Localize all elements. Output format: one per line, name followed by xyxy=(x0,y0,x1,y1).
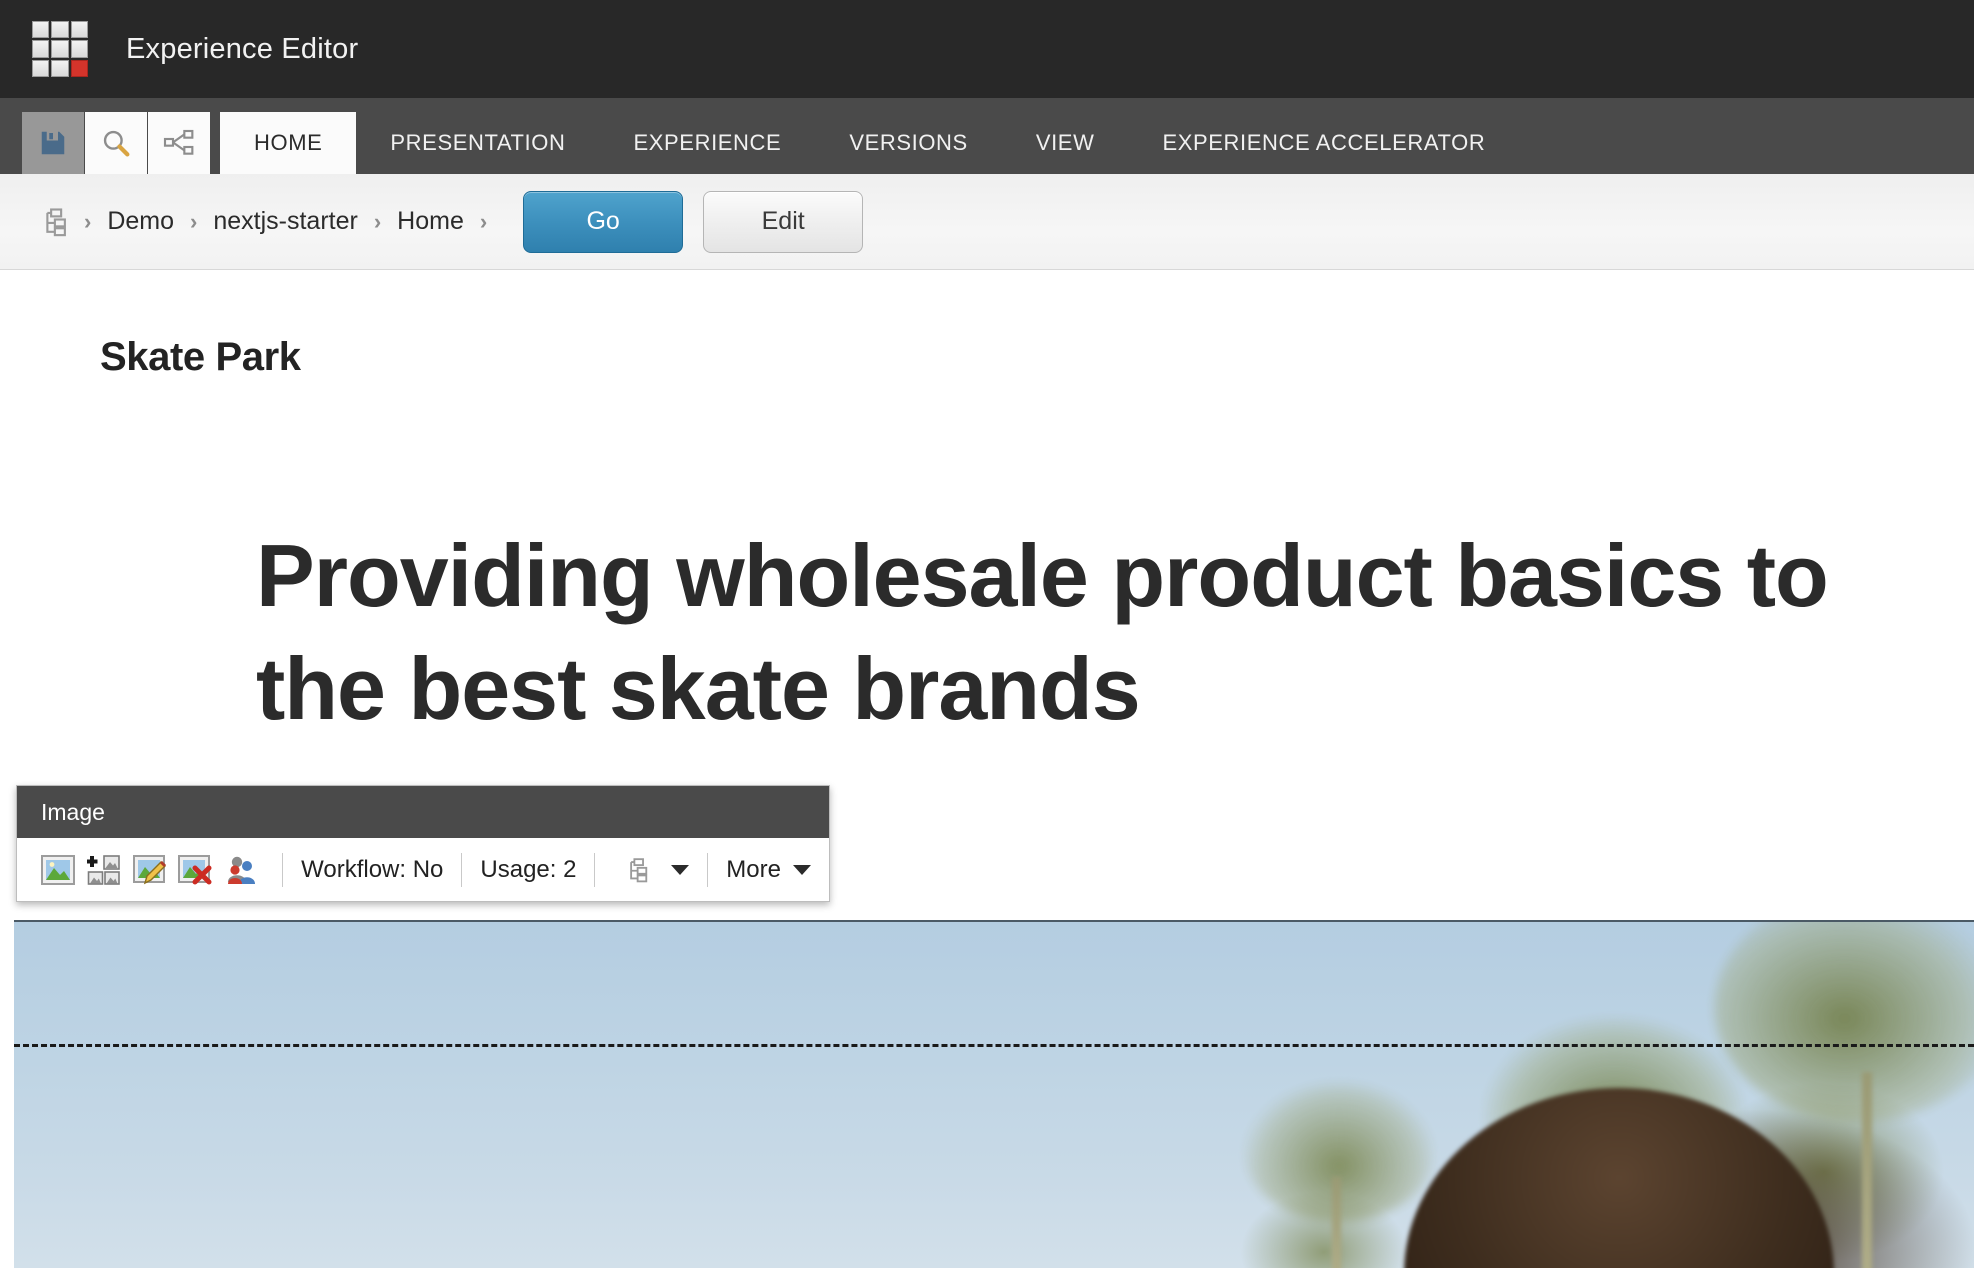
page-preview: Skate Park Providing wholesale product b… xyxy=(0,271,1974,1268)
palm-trunk xyxy=(1862,1072,1872,1268)
navigate-icon xyxy=(163,129,194,155)
image-field-toolbar: Image Workflow: No Usage: 2 More xyxy=(16,785,830,902)
experience-editor-window: Experience Editor HOME PRESENTATION EXPE… xyxy=(0,0,1974,1268)
breadcrumb-separator: › xyxy=(84,208,92,234)
logo-cell xyxy=(32,40,50,58)
more-button[interactable]: More xyxy=(726,856,811,884)
palm-canopy xyxy=(1714,922,1974,1122)
image-icon xyxy=(40,854,75,885)
logo-cell xyxy=(70,21,88,39)
image-button[interactable] xyxy=(35,847,81,893)
tab-view[interactable]: VIEW xyxy=(1002,112,1129,174)
more-label: More xyxy=(726,855,781,883)
edit-image-icon xyxy=(132,854,166,884)
usage-count[interactable]: Usage: 2 xyxy=(480,856,576,884)
selection-outline xyxy=(14,1044,1974,1047)
hero-palm-trees-photo[interactable] xyxy=(14,920,1974,1268)
page-title: Skate Park xyxy=(100,335,301,379)
hero-heading[interactable]: Providing wholesale product basics to th… xyxy=(256,520,1896,745)
logo-cell xyxy=(51,21,69,39)
breadcrumb-bar: › Demo › nextjs-starter › Home › Go Edit xyxy=(0,174,1974,270)
insert-image-icon xyxy=(86,854,120,885)
edit-button[interactable]: Edit xyxy=(703,190,864,253)
ribbon-tabs: HOME PRESENTATION EXPERIENCE VERSIONS VI… xyxy=(220,112,1519,174)
logo-cell xyxy=(32,59,50,77)
toolbar-divider xyxy=(707,852,709,887)
top-header: Experience Editor xyxy=(0,0,1974,98)
logo-cell xyxy=(51,59,69,77)
go-button[interactable]: Go xyxy=(523,190,684,253)
workflow-status: Workflow: No xyxy=(301,855,444,883)
logo-cell xyxy=(70,40,88,58)
logo-cell xyxy=(51,40,69,58)
ribbon-bar: HOME PRESENTATION EXPERIENCE VERSIONS VI… xyxy=(0,98,1974,174)
tab-versions[interactable]: VERSIONS xyxy=(815,112,1002,174)
insert-image-button[interactable] xyxy=(81,847,127,893)
personalize-button[interactable] xyxy=(218,847,264,893)
breadcrumb-separator: › xyxy=(479,208,488,234)
clear-image-button[interactable] xyxy=(172,847,218,893)
search-button[interactable] xyxy=(85,112,147,174)
content-tree-icon[interactable] xyxy=(38,207,68,237)
save-button[interactable] xyxy=(22,112,84,174)
sitecore-logo[interactable] xyxy=(32,21,88,77)
personalize-icon xyxy=(228,856,256,884)
clear-image-icon xyxy=(178,854,212,884)
palm-trunk xyxy=(1332,1177,1341,1268)
chevron-down-icon xyxy=(792,864,811,875)
person-silhouette xyxy=(1404,1088,1834,1268)
tab-experience[interactable]: EXPERIENCE xyxy=(599,112,815,174)
image-toolbar-title: Image xyxy=(17,786,829,838)
content-tree-icon xyxy=(630,857,648,882)
toolbar-divider xyxy=(461,852,463,887)
logo-cell-accent xyxy=(70,59,88,77)
related-items-button[interactable] xyxy=(613,847,659,893)
toolbar-divider xyxy=(594,852,596,887)
chevron-down-icon[interactable] xyxy=(671,864,690,875)
save-icon xyxy=(41,131,65,155)
image-toolbar-body: Workflow: No Usage: 2 More xyxy=(17,838,829,901)
breadcrumb-separator: › xyxy=(373,208,382,234)
tab-home[interactable]: HOME xyxy=(220,112,357,174)
search-icon xyxy=(103,130,130,157)
tab-presentation[interactable]: PRESENTATION xyxy=(356,112,599,174)
breadcrumb-item-demo[interactable]: Demo xyxy=(107,207,174,236)
navigate-button[interactable] xyxy=(148,112,210,174)
quick-access-toolbar xyxy=(22,112,210,174)
breadcrumb-item-home[interactable]: Home xyxy=(397,207,464,236)
tab-experience-accelerator[interactable]: EXPERIENCE ACCELERATOR xyxy=(1128,112,1519,174)
logo-cell xyxy=(32,21,50,39)
breadcrumb-separator: › xyxy=(190,208,198,234)
app-title: Experience Editor xyxy=(126,32,359,65)
edit-image-button[interactable] xyxy=(127,847,173,893)
toolbar-divider xyxy=(282,852,284,887)
breadcrumb-item-nextjs-starter[interactable]: nextjs-starter xyxy=(213,207,357,236)
